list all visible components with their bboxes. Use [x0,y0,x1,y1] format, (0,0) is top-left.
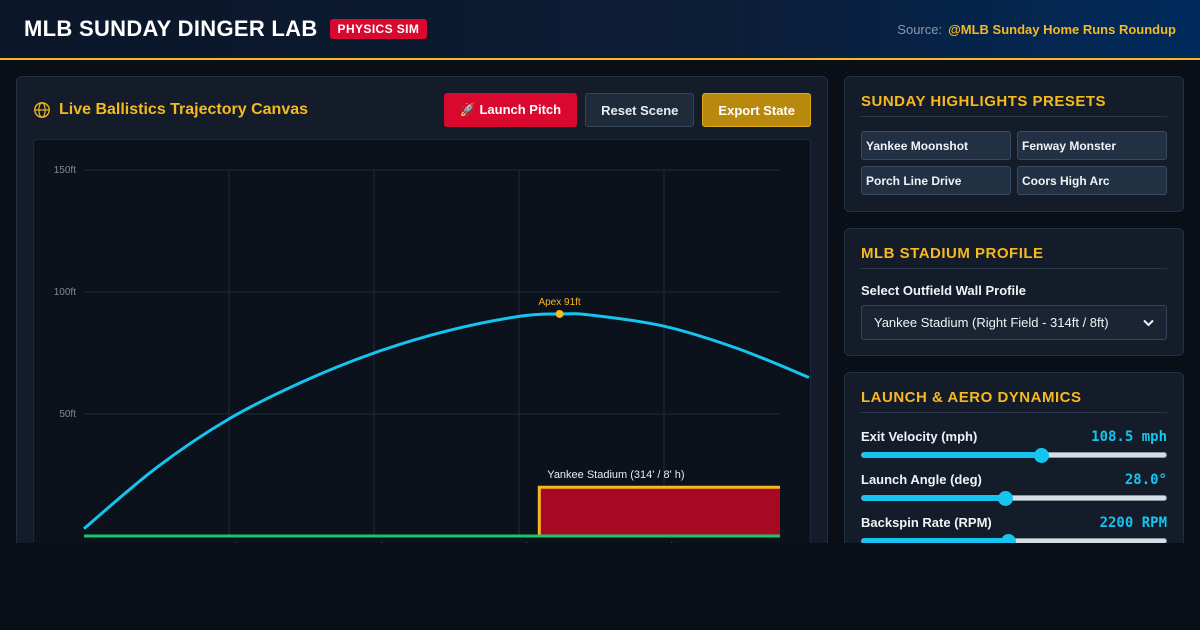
trajectory-canvas[interactable]: 150ft 100ft 50ft 100ft 200ft 300ft 400ft Yankee… [33,139,811,543]
slider-row: Exit Velocity (mph) 108.5 mph [861,429,1167,463]
preset-grid: Yankee Moonshot Fenway Monster Porch Lin… [861,131,1167,195]
trajectory-chart: 150ft 100ft 50ft 100ft 200ft 300ft 400ft Yankee… [54,165,810,543]
slider-group: Exit Velocity (mph) 108.5 mph Launch Angle… [861,429,1167,543]
export-state-button[interactable]: Export State [702,93,811,127]
trajectory-panel: Live Ballistics Trajectory Canvas 🚀 Laun… [16,76,828,543]
presets-title: SUNDAY HIGHLIGHTS PRESETS [861,93,1167,117]
preset-fenway-monster[interactable]: Fenway Monster [1017,131,1167,160]
canvas-toolbar: 🚀 Launch Pitch Reset Scene Export State [443,93,811,127]
slider-row: Launch Angle (deg) 28.0° [861,472,1167,506]
y-tick-label: 50ft [59,409,76,420]
x-tick-label: 400ft [653,542,675,543]
slider-thumb[interactable] [997,491,1013,506]
content-viewport: Live Ballistics Trajectory Canvas 🚀 Laun… [0,60,1200,543]
x-tick-label: 200ft [363,542,385,543]
slider-label: Exit Velocity (mph) [861,429,978,444]
wall-profile-selected: Yankee Stadium (Right Field - 314ft / 8f… [874,315,1109,330]
source-credit: Source: @MLB Sunday Home Runs Roundup [897,22,1176,37]
app-title: MLB SUNDAY DINGER LAB [24,16,318,41]
outfield-wall [539,487,780,536]
slider-fill [862,495,1005,501]
slider-track[interactable] [861,448,1167,463]
y-tick-label: 100ft [54,287,76,298]
slider-value: 2200 RPM [1099,515,1167,531]
slider-value: 108.5 mph [1091,429,1167,445]
preset-porch-line-drive[interactable]: Porch Line Drive [861,166,1011,195]
trajectory-panel-header: Live Ballistics Trajectory Canvas 🚀 Laun… [33,93,811,127]
slider-thumb[interactable] [1034,448,1050,463]
source-handle-link[interactable]: @MLB Sunday Home Runs Roundup [948,22,1176,37]
slider-track[interactable] [861,534,1167,543]
slider-label: Backspin Rate (RPM) [861,515,992,530]
canvas-title: Live Ballistics Trajectory Canvas [59,101,309,118]
wall-label: Yankee Stadium (314' / 8' h) [547,469,684,481]
physics-sim-badge: PHYSICS SIM [329,19,428,39]
stadium-panel: MLB STADIUM PROFILE Select Outfield Wall… [844,228,1184,356]
slider-fill [862,538,1008,543]
presets-panel: SUNDAY HIGHLIGHTS PRESETS Yankee Moonsho… [844,76,1184,212]
slider-thumb[interactable] [1000,534,1016,543]
stadium-title: MLB STADIUM PROFILE [861,245,1167,269]
apex-label: Apex 91ft [538,297,580,308]
slider-label: Launch Angle (deg) [861,472,982,487]
launch-pitch-button[interactable]: 🚀 Launch Pitch [443,93,578,127]
preset-coors-high-arc[interactable]: Coors High Arc [1017,166,1167,195]
reset-scene-button[interactable]: Reset Scene [585,93,695,127]
apex-marker [555,309,564,318]
x-tick-label: 100ft [218,542,240,543]
slider-head: Exit Velocity (mph) 108.5 mph [861,429,1167,445]
dynamics-panel: LAUNCH & AERO DYNAMICS Exit Velocity (mp… [844,372,1184,543]
globe-icon [34,102,50,118]
slider-value: 28.0° [1124,472,1167,488]
x-tick-label: 300ft [508,542,530,543]
slider-row: Backspin Rate (RPM) 2200 RPM [861,515,1167,543]
preset-yankee-moonshot[interactable]: Yankee Moonshot [861,131,1011,160]
dynamics-title: LAUNCH & AERO DYNAMICS [861,389,1167,413]
slider-head: Backspin Rate (RPM) 2200 RPM [861,515,1167,531]
slider-head: Launch Angle (deg) 28.0° [861,472,1167,488]
slider-track[interactable] [861,491,1167,506]
chevron-down-icon [1143,319,1154,326]
y-tick-label: 150ft [54,165,76,176]
wall-profile-label: Select Outfield Wall Profile [861,283,1026,298]
slider-fill [862,452,1042,458]
app-header: MLB SUNDAY DINGER LAB PHYSICS SIM Source… [0,0,1200,60]
source-label: Source: [897,21,943,37]
wall-profile-select[interactable]: Yankee Stadium (Right Field - 314ft / 8f… [861,305,1167,340]
